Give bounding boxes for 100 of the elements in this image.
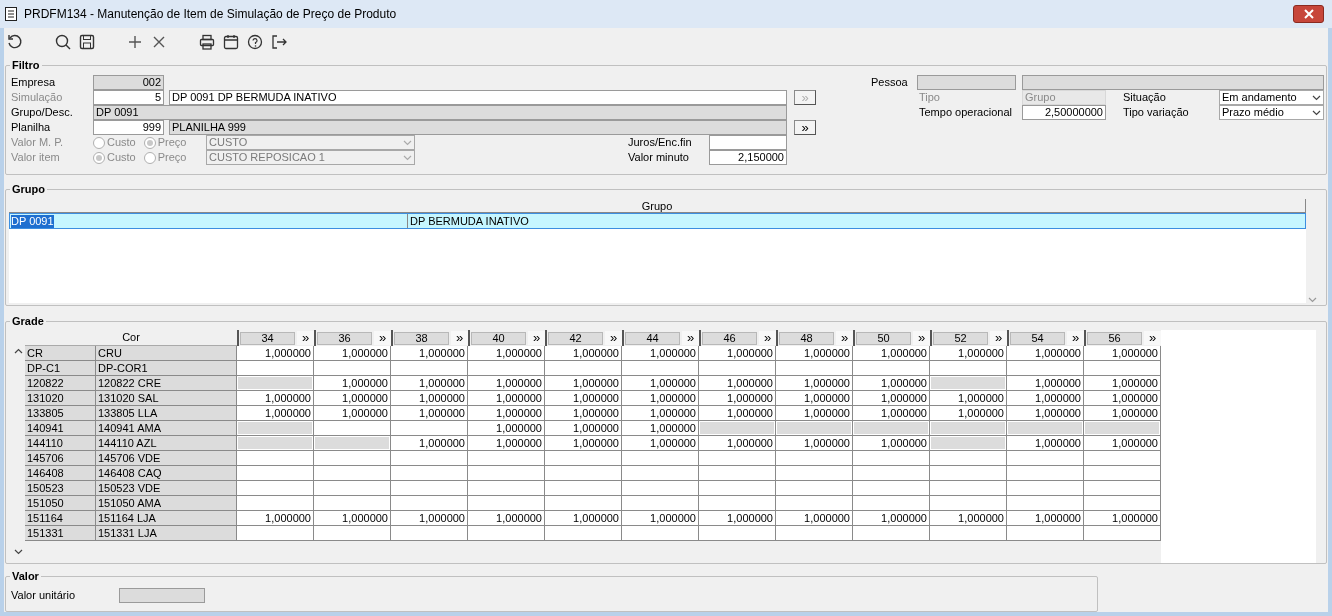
field-label: Tempo operacional [919, 105, 1013, 120]
table-cell: 151331 LJA [96, 526, 237, 540]
close-icon [1303, 9, 1314, 20]
column-header: 48 [779, 331, 834, 345]
column-header: 44 [625, 331, 680, 345]
scroll-up-icon [14, 348, 23, 354]
field-label: Juros/Enc.fin [628, 135, 693, 150]
expand-button[interactable]: » [913, 331, 930, 345]
expand-button[interactable]: » [374, 331, 391, 345]
field-label: Preço [157, 135, 187, 150]
expand-button[interactable]: » [451, 331, 468, 345]
table-cell: 146408 CAQ [96, 466, 237, 480]
column-header: 40 [471, 331, 526, 345]
section-title: Grade [10, 314, 46, 328]
section-title: Filtro [10, 58, 42, 72]
table-cell: 144110 AZL [96, 436, 237, 450]
input-field[interactable] [119, 588, 205, 603]
table-cell: 131020 SAL [96, 391, 237, 405]
input-field[interactable]: PLANILHA 999 [169, 120, 787, 135]
field-label: Tipo variação [1123, 105, 1190, 120]
field-label: Situação [1123, 90, 1167, 105]
table-row[interactable]: DP 0091 DP BERMUDA INATIVO [9, 213, 1306, 229]
expand-button[interactable]: » [297, 331, 314, 345]
expand-button[interactable]: » [682, 331, 699, 345]
expand-button[interactable]: » [605, 331, 622, 345]
column-header: 38 [394, 331, 449, 345]
column-header: 50 [856, 331, 911, 345]
section-title: Valor [10, 569, 41, 583]
table-cell: 140941 [25, 421, 96, 435]
table-cell: 145706 VDE [96, 451, 237, 465]
table-cell: 120822 CRE [96, 376, 237, 390]
column-header: Grupo [9, 199, 1306, 213]
column-header: 34 [240, 331, 295, 345]
calendar-icon[interactable] [222, 32, 240, 51]
table-cell: 151331 [25, 526, 96, 540]
save-icon[interactable] [78, 32, 96, 51]
field-label: Pessoa [871, 75, 909, 90]
input-field[interactable]: DP 0091 [93, 105, 787, 120]
input-field[interactable] [917, 75, 1016, 90]
field-label: Custo [107, 150, 136, 165]
column-header: 56 [1087, 331, 1142, 345]
document-icon [4, 6, 18, 23]
table-cell: 133805 [25, 406, 96, 420]
expand-button[interactable]: » [1067, 331, 1084, 345]
dropdown[interactable]: Prazo médio [1219, 105, 1324, 120]
input-field[interactable]: 2,50000000 [1022, 105, 1106, 120]
field-label: Valor unitário [11, 588, 76, 603]
table-cell: DP-COR1 [96, 361, 237, 375]
table-cell: 151164 [25, 511, 96, 525]
table-cell: 144110 [25, 436, 96, 450]
expand-button[interactable]: » [836, 331, 853, 345]
table-cell: 151050 AMA [96, 496, 237, 510]
input-field[interactable] [1022, 75, 1324, 90]
lookup-button[interactable]: » [794, 120, 816, 135]
table-cell: 133805 LLA [96, 406, 237, 420]
scroll-down-icon [14, 549, 23, 555]
field-label: Preço [157, 150, 187, 165]
refresh-icon[interactable] [6, 32, 24, 51]
section-title: Grupo [10, 182, 47, 196]
table-cell: DP 0091 [11, 214, 54, 228]
input-field[interactable]: 999 [93, 120, 164, 135]
field-label: Custo [107, 135, 136, 150]
exit-icon[interactable] [270, 32, 288, 51]
table-cell: 146408 [25, 466, 96, 480]
field-label: Valor minuto [628, 150, 690, 165]
table-cell-text: DP BERMUDA INATIVO [409, 214, 530, 228]
field-label: Empresa [11, 75, 57, 90]
field-label: Planilha [11, 120, 52, 135]
column-header: 42 [548, 331, 603, 345]
field-label: Tipo [919, 90, 941, 105]
field-label: Simulação [11, 90, 64, 105]
table-cell: CR [25, 346, 96, 360]
close-button[interactable] [1293, 5, 1324, 24]
column-header: 52 [933, 331, 988, 345]
expand-button[interactable]: » [759, 331, 776, 345]
expand-button[interactable]: » [990, 331, 1007, 345]
search-icon[interactable] [54, 32, 72, 51]
table-cell: 150523 VDE [96, 481, 237, 495]
table-cell: DP-C1 [25, 361, 96, 375]
window-title: PRDFM134 - Manutenção de Item de Simulação de Preço de Produto [24, 6, 397, 24]
expand-button[interactable]: » [528, 331, 545, 345]
table-cell: 140941 AMA [96, 421, 237, 435]
table-cell: 131020 [25, 391, 96, 405]
table-cell: 145706 [25, 451, 96, 465]
table-cell: 120822 [25, 376, 96, 390]
column-header: 54 [1010, 331, 1065, 345]
field-label: Valor item [11, 150, 61, 165]
table-cell: 151164 LJA [96, 511, 237, 525]
column-header: 46 [702, 331, 757, 345]
table-cell: 151050 [25, 496, 96, 510]
print-icon[interactable] [198, 32, 216, 51]
input-field[interactable]: 002 [93, 75, 164, 90]
field-label: Grupo/Desc. [11, 105, 74, 120]
column-header: 36 [317, 331, 372, 345]
scroll-down-icon [1307, 297, 1317, 303]
column-header: Cor [25, 330, 237, 346]
expand-button[interactable]: » [1144, 331, 1161, 345]
table-cell: CRU [96, 346, 237, 360]
help-icon[interactable] [246, 32, 264, 51]
table-cell: 150523 [25, 481, 96, 495]
